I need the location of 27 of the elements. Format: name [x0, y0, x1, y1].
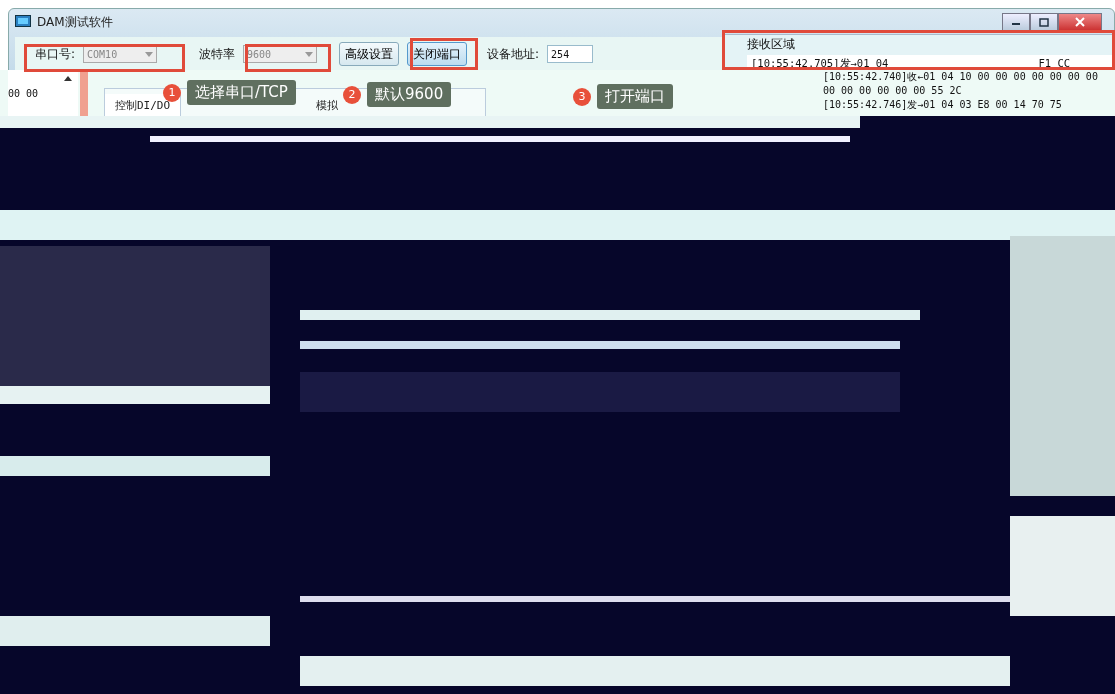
log-line: F1 CC	[1038, 57, 1071, 71]
maximize-button[interactable]	[1030, 13, 1058, 31]
hex-text: 00 00	[8, 87, 39, 99]
log-line: [10:55:42.746]发→01 04 03 E8 00 14 70 75	[823, 98, 1062, 112]
address-field[interactable]: 254	[547, 45, 594, 63]
baud-rate-label: 波特率	[199, 45, 236, 63]
log-line: [10:55:42.740]收←01 04 10 00 00 00 00 00 00 00	[823, 70, 1098, 84]
scroll-up-icon[interactable]	[64, 76, 72, 81]
highlight-frame	[410, 38, 478, 70]
caret-icon	[145, 51, 154, 57]
group-title: 接收区域	[747, 36, 796, 53]
port-label: 串口号:	[35, 45, 76, 63]
caret-icon	[305, 51, 314, 57]
maximize-icon	[1039, 17, 1049, 27]
close-button[interactable]	[1058, 13, 1102, 31]
window-title: DAM测试软件	[37, 13, 113, 31]
callout-tip: 默认9600	[367, 82, 452, 107]
callout-tip: 打开端口	[597, 84, 673, 109]
close-port-button[interactable]: 关闭端口	[407, 42, 468, 66]
log-line: 00 00 00 00 00 00 55 2C	[823, 84, 962, 98]
minimize-button[interactable]	[1002, 13, 1030, 31]
callout-tip: 选择串口/TCP	[187, 80, 296, 105]
close-icon	[1075, 17, 1085, 27]
highlight-bar	[80, 70, 88, 116]
advanced-settings-button[interactable]: 高级设置	[339, 42, 400, 66]
app-icon	[15, 15, 31, 29]
address-label: 设备地址:	[487, 45, 540, 63]
